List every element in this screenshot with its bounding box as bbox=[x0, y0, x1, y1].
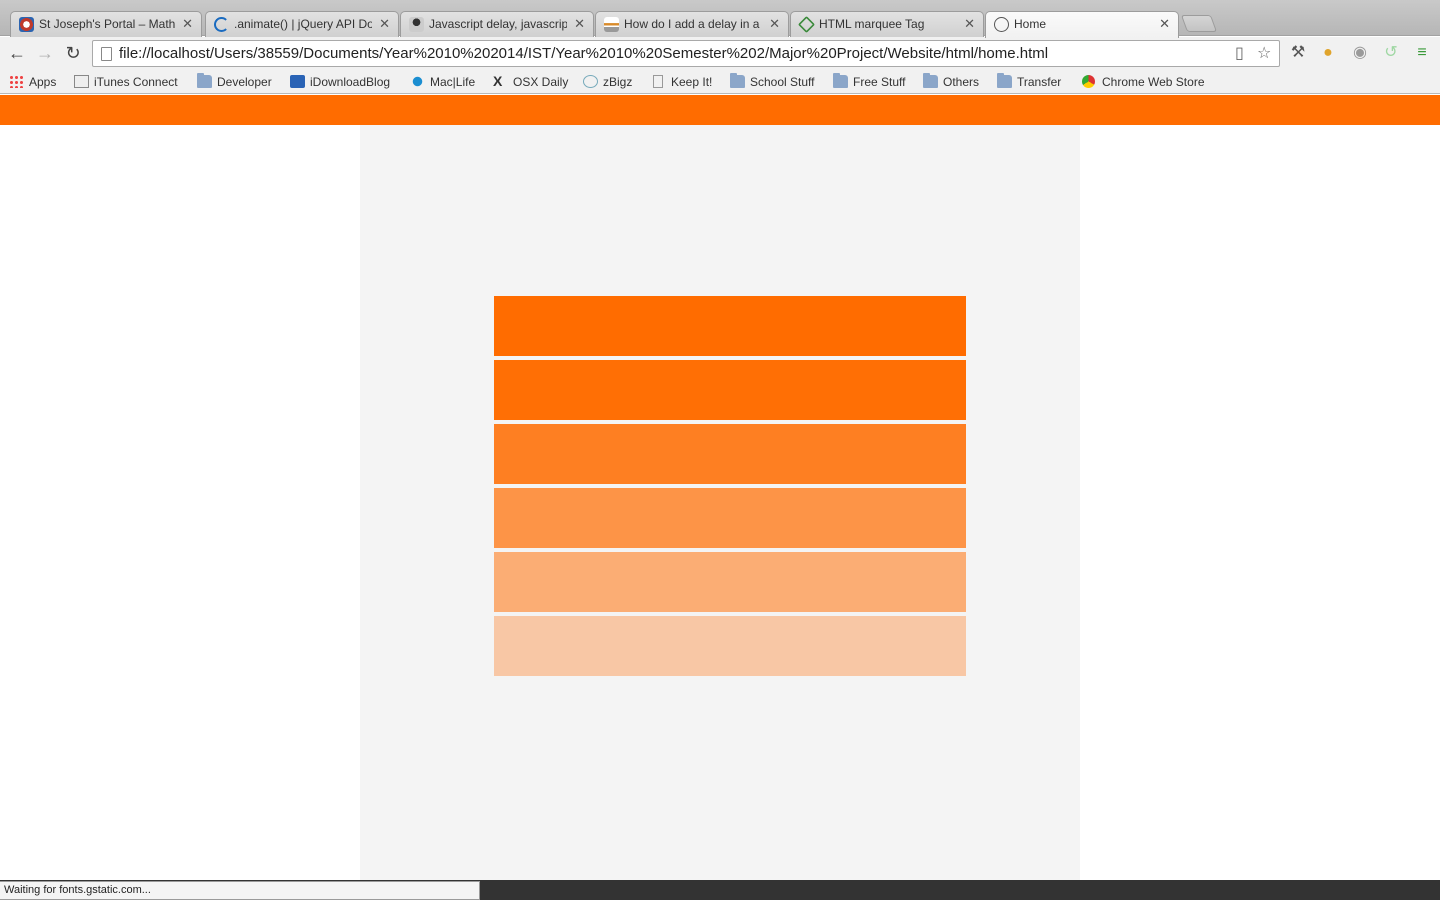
bookmark-label: Transfer bbox=[1017, 75, 1062, 89]
url-input[interactable] bbox=[119, 43, 1229, 64]
reload-button[interactable]: ↻ bbox=[61, 41, 85, 65]
bookmark-keep-it[interactable]: Keep It! bbox=[651, 73, 712, 91]
close-icon[interactable]: ✕ bbox=[379, 12, 390, 36]
page-loading-icon bbox=[994, 17, 1009, 32]
stackoverflow-icon bbox=[604, 17, 619, 32]
bookmark-free-stuff[interactable]: Free Stuff bbox=[833, 73, 905, 91]
bookmark-label: School Stuff bbox=[750, 75, 815, 89]
bookmark-label: Apps bbox=[29, 75, 57, 89]
tab-title: Home bbox=[1014, 17, 1047, 31]
tab-title: Javascript delay, javascript bbox=[429, 17, 567, 31]
sync-extension-icon[interactable]: ↺ bbox=[1381, 43, 1401, 63]
reader-view-icon[interactable]: ▯ bbox=[1235, 45, 1244, 63]
tab-title: HTML marquee Tag bbox=[819, 17, 925, 31]
orange-bar-5 bbox=[494, 552, 966, 612]
close-icon[interactable]: ✕ bbox=[574, 12, 585, 36]
bookmark-label: Others bbox=[943, 75, 980, 89]
forward-button[interactable]: → bbox=[33, 41, 57, 65]
address-bar[interactable]: ▯ ☆ bbox=[92, 40, 1280, 67]
bookmark-star-icon[interactable]: ☆ bbox=[1257, 45, 1271, 63]
bookmark-label: Free Stuff bbox=[853, 75, 906, 89]
bookmarks-bar: Apps iTunes Connect Developer iDownloadB… bbox=[0, 69, 1440, 94]
status-bubble: Waiting for fonts.gstatic.com... bbox=[0, 881, 480, 900]
avatar-icon bbox=[409, 17, 424, 32]
bookmark-label: zBigz bbox=[603, 75, 633, 89]
bookmark-label: iTunes Connect bbox=[94, 75, 178, 89]
tab-javascript-delay[interactable]: Javascript delay, javascript ✕ bbox=[400, 11, 594, 37]
tab-home[interactable]: Home ✕ bbox=[985, 11, 1179, 38]
bookmark-label: Developer bbox=[217, 75, 272, 89]
portal-icon bbox=[19, 17, 34, 32]
gradient-bar-stack bbox=[494, 296, 966, 680]
idb-icon bbox=[290, 75, 305, 88]
maclife-icon bbox=[410, 75, 425, 88]
orange-bar-1 bbox=[494, 296, 966, 356]
bookmark-transfer[interactable]: Transfer bbox=[997, 73, 1061, 91]
bookmark-osx-daily[interactable]: X OSX Daily bbox=[493, 73, 568, 91]
extension-cat-icon[interactable]: ● bbox=[1318, 43, 1338, 63]
zbigz-icon bbox=[583, 75, 598, 88]
tutorialspoint-icon bbox=[798, 16, 815, 33]
bookmark-developer[interactable]: Developer bbox=[197, 73, 272, 91]
apps-grid-icon bbox=[9, 75, 24, 88]
itunes-connect-icon bbox=[74, 75, 89, 88]
bookmark-label: Chrome Web Store bbox=[1102, 75, 1205, 89]
close-icon[interactable]: ✕ bbox=[1159, 12, 1170, 36]
osx-daily-icon: X bbox=[493, 73, 503, 89]
folder-icon bbox=[197, 73, 212, 88]
tab-strip: St Joseph's Portal – Mathem ✕ .animate()… bbox=[0, 0, 1440, 38]
bookmark-school-stuff[interactable]: School Stuff bbox=[730, 73, 815, 91]
wrench-icon[interactable]: ⚒ bbox=[1288, 43, 1308, 63]
close-icon[interactable]: ✕ bbox=[182, 12, 193, 36]
new-tab-button[interactable] bbox=[1180, 15, 1218, 32]
back-button[interactable]: ← bbox=[5, 41, 29, 65]
orange-bar-6 bbox=[494, 616, 966, 676]
forward-arrow-icon: → bbox=[36, 43, 54, 63]
close-icon[interactable]: ✕ bbox=[769, 12, 780, 36]
page-icon bbox=[653, 75, 663, 88]
folder-icon bbox=[833, 73, 848, 88]
browser-toolbar: ← → ↻ ▯ ☆ ⚒ ● ◉ ↺ ≡ bbox=[0, 37, 1440, 69]
orange-bar-3 bbox=[494, 424, 966, 484]
jquery-icon bbox=[214, 17, 229, 32]
folder-icon bbox=[997, 73, 1012, 88]
reload-icon: ↻ bbox=[65, 43, 81, 63]
bookmark-label: Keep It! bbox=[671, 75, 713, 89]
folder-icon bbox=[923, 73, 938, 88]
tab-jquery-animate[interactable]: .animate() | jQuery API Doc ✕ bbox=[205, 11, 399, 37]
bookmark-chrome-web-store[interactable]: Chrome Web Store bbox=[1082, 73, 1205, 91]
bookmark-label: Mac|Life bbox=[430, 75, 476, 89]
chrome-menu-icon[interactable]: ≡ bbox=[1412, 43, 1432, 63]
bookmark-apps[interactable]: Apps bbox=[9, 73, 56, 91]
web-page bbox=[0, 95, 1440, 880]
bookmark-zbigz[interactable]: zBigz bbox=[583, 73, 632, 91]
tab-html-marquee[interactable]: HTML marquee Tag ✕ bbox=[790, 11, 984, 37]
chrome-web-store-icon bbox=[1082, 75, 1095, 88]
orange-bar-2 bbox=[494, 360, 966, 420]
bookmark-others[interactable]: Others bbox=[923, 73, 979, 91]
bookmark-label: OSX Daily bbox=[513, 75, 569, 89]
back-arrow-icon: ← bbox=[8, 43, 26, 63]
close-icon[interactable]: ✕ bbox=[964, 12, 975, 36]
bookmark-label: iDownloadBlog bbox=[310, 75, 391, 89]
bookmark-idownloadblog[interactable]: iDownloadBlog bbox=[290, 73, 390, 91]
tab-title: How do I add a delay in a Ja bbox=[624, 17, 762, 31]
orange-bar-4 bbox=[494, 488, 966, 548]
bookmark-itunes-connect[interactable]: iTunes Connect bbox=[74, 73, 178, 91]
site-header-bar bbox=[0, 95, 1440, 125]
tab-how-add-delay[interactable]: How do I add a delay in a Ja ✕ bbox=[595, 11, 789, 37]
folder-icon bbox=[730, 73, 745, 88]
download-extension-icon[interactable]: ◉ bbox=[1350, 43, 1370, 63]
content-column bbox=[360, 125, 1080, 880]
tab-title: St Joseph's Portal – Mathem bbox=[39, 17, 175, 31]
page-icon bbox=[101, 47, 112, 61]
tab-title: .animate() | jQuery API Doc bbox=[234, 17, 372, 31]
bookmark-maclife[interactable]: Mac|Life bbox=[410, 73, 475, 91]
tab-st-josephs-portal[interactable]: St Joseph's Portal – Mathem ✕ bbox=[10, 11, 202, 37]
